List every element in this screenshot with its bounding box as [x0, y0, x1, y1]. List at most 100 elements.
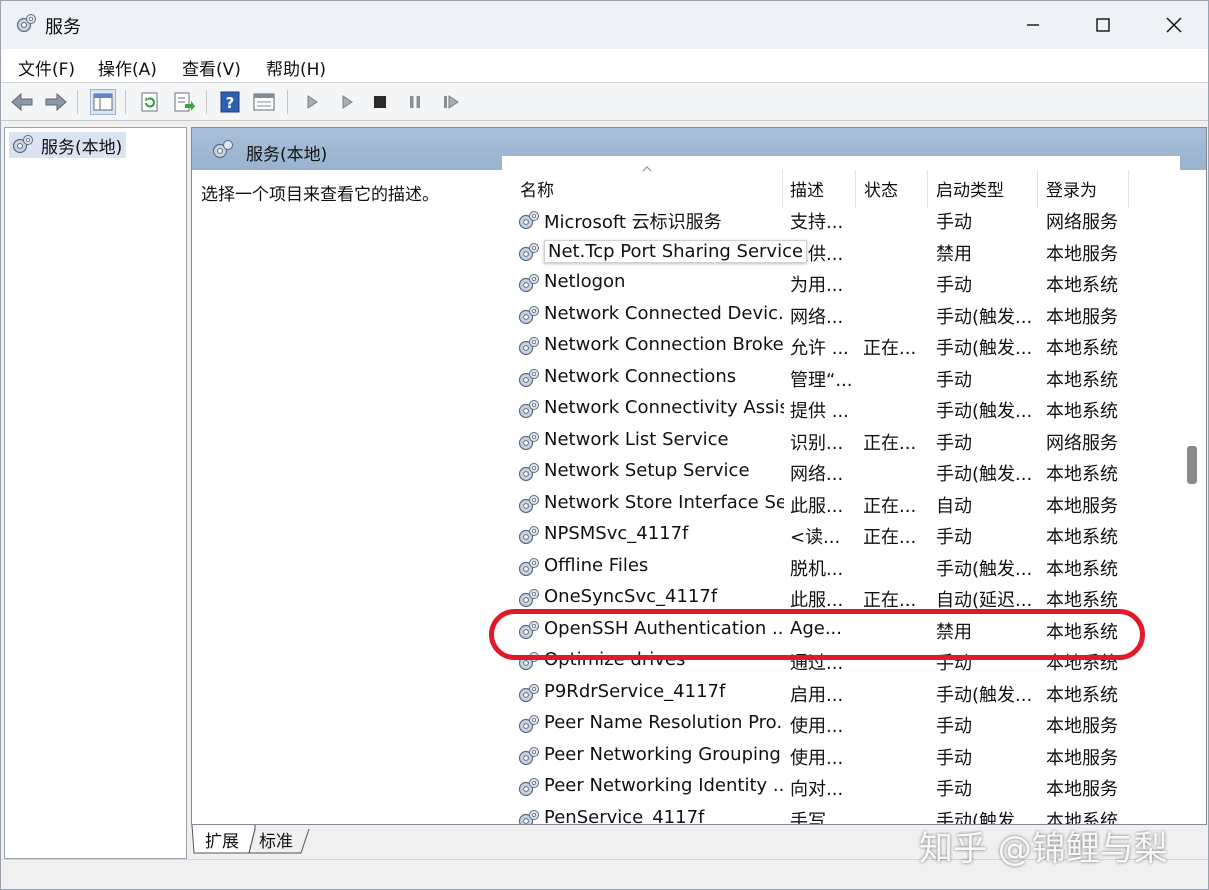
console-tree: 服务(本地): [4, 127, 187, 859]
column-divider[interactable]: [1128, 170, 1129, 208]
column-startup-type[interactable]: 启动类型: [936, 176, 1004, 201]
forward-button[interactable]: [43, 89, 69, 115]
service-logon-as: 本地服务: [1046, 306, 1118, 328]
service-startup-type: 手动(触发...: [936, 338, 1033, 359]
tab-extended[interactable]: 扩展: [205, 827, 239, 852]
column-logon-as[interactable]: 登录为: [1046, 176, 1097, 201]
start-service-button[interactable]: [299, 89, 325, 115]
service-row[interactable]: P9RdrService_4117f 启用... 手动(触发... 本地系统: [502, 677, 1180, 708]
service-status: 正在...: [863, 432, 917, 454]
stop-service-button[interactable]: [367, 89, 393, 115]
help-button[interactable]: ?: [217, 89, 243, 115]
gear-services-icon: [212, 140, 233, 159]
service-row[interactable]: Offline Files 脱机... 手动(触发... 本地系统: [502, 551, 1180, 582]
minimize-icon: [1027, 24, 1039, 26]
export-list-button[interactable]: [171, 89, 197, 115]
start-paused-button[interactable]: [334, 89, 360, 115]
toolbar-separator: [77, 90, 78, 114]
service-name: Network Connection Broker: [544, 334, 784, 355]
service-row[interactable]: NPSMSvc_4117f <读... 正在... 手动 本地系统: [502, 519, 1180, 550]
gear-service-icon: [518, 368, 539, 387]
close-button[interactable]: [1140, 1, 1208, 49]
service-row[interactable]: Netlogon 为用... 手动 本地系统: [502, 267, 1180, 298]
service-row[interactable]: Network Connectivity Assis... 提供 ... 手动(触发…: [502, 393, 1180, 424]
tab-standard[interactable]: 标准: [259, 827, 293, 852]
service-startup-type: 手动(触发...: [936, 558, 1033, 580]
column-divider[interactable]: [1037, 170, 1038, 208]
back-arrow-icon: [11, 92, 33, 112]
gear-service-icon: [518, 463, 539, 482]
service-row[interactable]: Network Store Interface Se... 此服... 正在... 自…: [502, 488, 1180, 519]
service-name: Network Connectivity Assis...: [544, 397, 784, 418]
menu-action[interactable]: 操作(A): [98, 55, 157, 80]
menu-file[interactable]: 文件(F): [18, 55, 75, 80]
service-name: Network Connected Devic...: [544, 302, 784, 324]
window-title: 服务: [45, 17, 81, 38]
service-description: 允许 ...: [790, 338, 849, 359]
service-row[interactable]: Peer Networking Identity ... 向对... 手动 本地服务: [502, 771, 1180, 802]
service-startup-type: 手动(触发...: [936, 306, 1033, 328]
pause-service-button[interactable]: [402, 89, 428, 115]
service-description: 启用...: [790, 684, 844, 706]
service-description: 为用...: [790, 275, 844, 296]
restart-service-button[interactable]: [438, 89, 464, 115]
service-startup-type: 手动(触发...: [936, 464, 1033, 485]
service-logon-as: 本地服务: [1046, 779, 1118, 800]
service-startup-type: 手动: [936, 369, 972, 391]
scrollbar-thumb[interactable]: [1187, 446, 1197, 484]
services-window: 服务 文件(F) 操作(A) 查看(V) 帮助(H) ? 服务(本地) 服务(本…: [0, 0, 1209, 890]
refresh-button[interactable]: [137, 89, 163, 115]
service-startup-type: 自动: [936, 495, 972, 517]
column-status[interactable]: 状态: [864, 176, 898, 201]
maximize-button[interactable]: [1069, 1, 1137, 49]
gear-service-icon: [518, 778, 539, 797]
service-status: 正在...: [863, 527, 917, 548]
minimize-button[interactable]: [999, 1, 1067, 49]
highlight-annotation: [489, 609, 1145, 660]
service-logon-as: 本地服务: [1046, 747, 1118, 769]
watermark: 知乎 @锦鲤与梨: [919, 829, 1168, 869]
menu-help[interactable]: 帮助(H): [266, 55, 326, 80]
tree-item-services-local[interactable]: 服务(本地): [9, 132, 127, 158]
gear-service-icon: [518, 305, 539, 324]
gear-service-icon: [518, 589, 539, 608]
column-name[interactable]: 名称: [520, 176, 554, 201]
show-console-tree-button[interactable]: [90, 89, 116, 115]
column-divider[interactable]: [782, 170, 783, 208]
properties-button[interactable]: [251, 89, 277, 115]
service-name: Network Connections: [544, 365, 737, 387]
column-divider[interactable]: [855, 170, 856, 208]
service-name: Peer Networking Identity ...: [544, 775, 784, 796]
help-icon: ?: [220, 91, 240, 113]
column-description[interactable]: 描述: [790, 176, 824, 201]
service-row[interactable]: Network Setup Service 网络... 手动(触发... 本地系统: [502, 456, 1180, 487]
service-row[interactable]: Network Connections 管理“... 手动 本地系统: [502, 362, 1180, 393]
service-row[interactable]: Peer Name Resolution Pro... 使用... 手动 本地服务: [502, 708, 1180, 739]
service-row[interactable]: Network Connected Devic... 网络... 手动(触发... 本…: [502, 299, 1180, 330]
service-startup-type: 手动: [936, 432, 972, 454]
service-row[interactable]: Network List Service 识别... 正在... 手动 网络服务: [502, 425, 1180, 456]
back-button[interactable]: [9, 89, 35, 115]
service-name: Network List Service: [544, 428, 729, 450]
toolbar-separator: [125, 90, 126, 114]
service-description: <读...: [790, 527, 841, 548]
service-logon-as: 网络服务: [1046, 212, 1118, 233]
service-row[interactable]: Network Connection Broker 允许 ... 正在... 手动(触…: [502, 330, 1180, 361]
service-logon-as: 本地系统: [1046, 338, 1118, 359]
service-row[interactable]: Peer Networking Grouping 使用... 手动 本地服务: [502, 740, 1180, 771]
pause-service-icon: [410, 96, 420, 108]
start-paused-icon: [342, 95, 353, 109]
column-divider[interactable]: [927, 170, 928, 208]
vertical-scrollbar[interactable]: [1180, 170, 1204, 824]
service-name: Microsoft 云标识服务: [544, 212, 722, 233]
service-logon-as: 本地系统: [1046, 275, 1118, 296]
service-row[interactable]: Net.Tcp Port Sharing Service 提供... 禁用 本地服务: [502, 236, 1180, 267]
service-row[interactable]: Microsoft 云标识服务 支持... 手动 网络服务: [502, 204, 1180, 235]
service-name: Peer Name Resolution Pro...: [544, 712, 784, 733]
gear-services-icon: [12, 135, 33, 154]
menu-view[interactable]: 查看(V): [182, 55, 241, 80]
service-description: 提供 ...: [790, 401, 849, 422]
gear-service-icon: [518, 211, 539, 230]
gear-service-icon: [518, 557, 539, 576]
service-status: 正在...: [863, 495, 917, 517]
